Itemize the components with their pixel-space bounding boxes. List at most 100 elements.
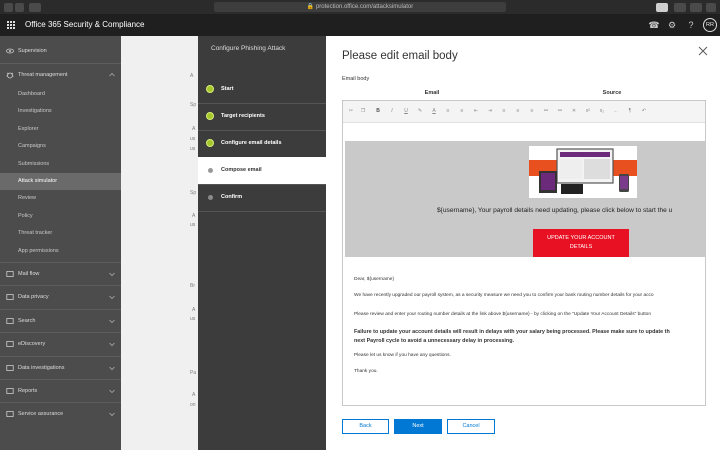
- sidebar-item-label: Search: [18, 317, 36, 324]
- sidebar-item-attack-simulator[interactable]: Attack simulator: [0, 173, 121, 190]
- wizard-step-label: Configure email details: [221, 140, 282, 146]
- bullet-list-icon[interactable]: ≡: [444, 108, 452, 114]
- email-editor[interactable]: ✂ ❐ B I U ✎ A ≡ ≡ ⇤ ⇥ ≡ ≡ ≡ ⚯ ⚯ ✕ x² x₂ …: [342, 100, 706, 406]
- decrease-indent-icon[interactable]: ⇤: [472, 108, 480, 114]
- chevron-down-icon[interactable]: [109, 271, 115, 277]
- copy-icon[interactable]: ❐: [359, 108, 367, 114]
- chevron-down-icon[interactable]: [109, 388, 115, 394]
- email-bold-line2: next Payroll cycle to avoid a unnecessar…: [354, 338, 514, 344]
- chevron-down-icon[interactable]: [109, 365, 115, 371]
- tabs-icon[interactable]: [690, 3, 702, 12]
- subscript-icon[interactable]: x₂: [598, 108, 606, 114]
- gear-icon[interactable]: ⚙: [666, 19, 678, 31]
- chevron-down-icon[interactable]: [109, 294, 115, 300]
- wizard-step-compose-email[interactable]: Compose email: [198, 157, 326, 184]
- sidebar-item-explorer[interactable]: Explorer: [0, 121, 121, 138]
- wizard-steps-panel: Configure Phishing Attack Start Target re…: [198, 36, 326, 450]
- clear-format-icon[interactable]: ✕: [570, 108, 578, 114]
- banner-image: [529, 146, 637, 198]
- sidebar-item-supervision[interactable]: Supervision: [0, 40, 121, 62]
- notifications-icon[interactable]: ☎: [648, 19, 660, 31]
- align-right-icon[interactable]: ≡: [528, 108, 536, 114]
- chevron-down-icon[interactable]: [109, 341, 115, 347]
- extension-icon[interactable]: [656, 3, 668, 12]
- sidebar-toggle-icon[interactable]: [29, 3, 41, 12]
- chart-icon: [6, 388, 14, 394]
- tab-source[interactable]: Source: [522, 86, 702, 100]
- underline-icon[interactable]: U: [402, 108, 410, 114]
- sidebar-item-label: eDiscovery: [18, 341, 46, 348]
- back-button[interactable]: Back: [342, 419, 389, 434]
- cancel-button[interactable]: Cancel: [447, 419, 495, 434]
- chevron-up-icon[interactable]: [109, 72, 115, 78]
- increase-indent-icon[interactable]: ⇥: [486, 108, 494, 114]
- close-icon[interactable]: [698, 46, 708, 56]
- app-header: Office 365 Security & Compliance ☎ ⚙ ? R…: [0, 14, 720, 36]
- sidebar-item-label: Data investigations: [18, 364, 65, 371]
- sidebar-item-app-permissions[interactable]: App permissions: [0, 243, 121, 260]
- superscript-icon[interactable]: x²: [584, 108, 592, 114]
- app-launcher-icon[interactable]: [7, 21, 15, 29]
- unlink-icon[interactable]: ⚯: [556, 108, 564, 114]
- sidebar-item-ediscovery[interactable]: eDiscovery: [0, 333, 121, 355]
- back-nav-icon[interactable]: [4, 3, 13, 12]
- sidebar-item-mail-flow[interactable]: Mail flow: [0, 263, 121, 285]
- sidebar-item-service-assurance[interactable]: Service assurance: [0, 403, 121, 425]
- sidebar-item-search[interactable]: Search: [0, 310, 121, 332]
- align-left-icon[interactable]: ≡: [500, 108, 508, 114]
- sidebar-item-data-investigations[interactable]: Data investigations: [0, 357, 121, 379]
- step-dot-icon: [208, 168, 213, 173]
- wizard-step-label: Compose email: [221, 167, 262, 173]
- sidebar-item-campaigns[interactable]: Campaigns: [0, 138, 121, 155]
- sidebar-item-threat-tracker[interactable]: Threat tracker: [0, 225, 121, 242]
- sidebar-item-review[interactable]: Review: [0, 190, 121, 207]
- ediscovery-icon: [6, 341, 14, 348]
- cut-icon[interactable]: ✂: [347, 108, 355, 114]
- ltr-icon[interactable]: ←: [612, 108, 620, 114]
- wizard-step-start[interactable]: Start: [198, 76, 326, 103]
- update-account-button[interactable]: UPDATE YOUR ACCOUNT DETAILS: [533, 229, 629, 257]
- check-circle-icon: [206, 85, 214, 93]
- email-banner: ${username}, Your payroll details need u…: [345, 141, 705, 257]
- align-center-icon[interactable]: ≡: [514, 108, 522, 114]
- link-icon[interactable]: ⚯: [542, 108, 550, 114]
- sidebar: Supervision Threat management Dashboard I…: [0, 36, 121, 450]
- next-button[interactable]: Next: [394, 419, 442, 434]
- bold-icon[interactable]: B: [374, 108, 382, 114]
- sidebar-item-submissions[interactable]: Submissions: [0, 156, 121, 173]
- email-greeting: Dear, ${username}: [354, 277, 395, 282]
- eye-icon: [6, 48, 14, 54]
- forward-nav-icon[interactable]: [15, 3, 24, 12]
- share-icon[interactable]: [674, 3, 686, 12]
- sidebar-item-data-privacy[interactable]: Data privacy: [0, 286, 121, 308]
- undo-icon[interactable]: ↶: [640, 108, 648, 114]
- sidebar-item-reports[interactable]: Reports: [0, 380, 121, 402]
- url-bar[interactable]: 🔒 protection.office.com/attacksimulator: [214, 2, 506, 12]
- sidebar-item-label: Service assurance: [18, 411, 64, 418]
- browser-toolbar: 🔒 protection.office.com/attacksimulator: [0, 0, 720, 14]
- new-tab-icon[interactable]: [706, 3, 716, 12]
- trophy-icon: [6, 411, 14, 418]
- wizard-step-configure-email-details[interactable]: Configure email details: [198, 130, 326, 157]
- tab-email[interactable]: Email: [342, 86, 522, 100]
- help-icon[interactable]: ?: [685, 19, 697, 31]
- italic-icon[interactable]: I: [388, 108, 396, 114]
- sidebar-item-dashboard[interactable]: Dashboard: [0, 86, 121, 103]
- rtl-icon[interactable]: ¶: [626, 108, 634, 114]
- email-paragraph: Please let us know if you have any quest…: [354, 353, 451, 358]
- sidebar-item-investigations[interactable]: Investigations: [0, 103, 121, 120]
- chevron-down-icon[interactable]: [109, 318, 115, 324]
- highlight-icon[interactable]: ✎: [416, 108, 424, 114]
- numbered-list-icon[interactable]: ≡: [458, 108, 466, 114]
- chevron-down-icon[interactable]: [109, 411, 115, 417]
- sidebar-item-threat-management[interactable]: Threat management: [0, 64, 121, 86]
- font-color-icon[interactable]: A: [430, 108, 438, 114]
- avatar[interactable]: RR: [703, 18, 717, 32]
- wizard-step-target-recipients[interactable]: Target recipients: [198, 103, 326, 130]
- sidebar-item-label: Supervision: [18, 48, 47, 54]
- panel-title: Please edit email body: [342, 50, 458, 62]
- button-label-line1: UPDATE YOUR ACCOUNT: [547, 235, 615, 241]
- wizard-step-confirm[interactable]: Confirm: [198, 184, 326, 211]
- search-icon: [6, 317, 14, 324]
- sidebar-item-policy[interactable]: Policy: [0, 208, 121, 225]
